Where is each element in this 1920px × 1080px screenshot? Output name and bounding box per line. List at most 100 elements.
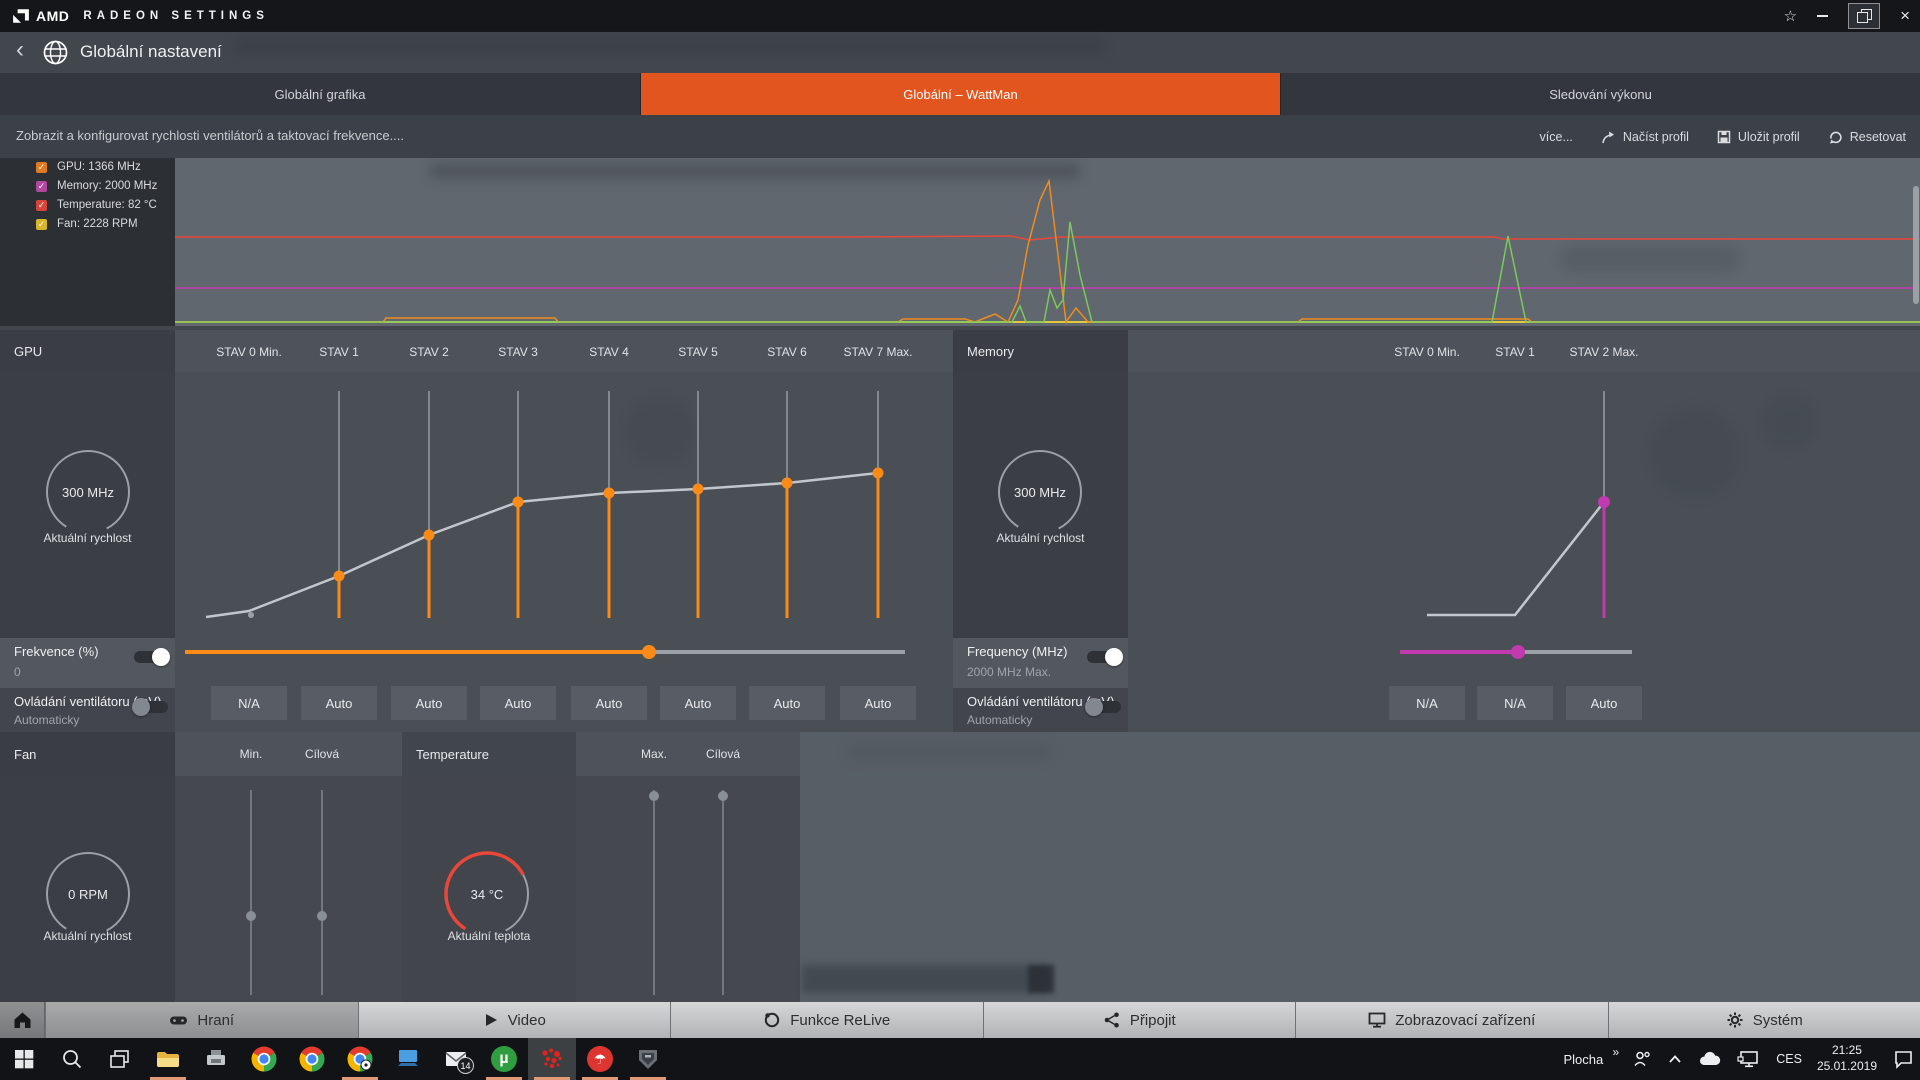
memory-state-1-label: STAV 1 (1465, 345, 1565, 359)
gpu-state-0-button[interactable]: N/A (211, 686, 287, 720)
svg-text:300 MHz: 300 MHz (62, 485, 114, 500)
gpu-checkbox-icon[interactable]: ✓ (36, 162, 47, 173)
gpu-state-3-label: STAV 3 (468, 345, 568, 359)
home-button[interactable] (0, 1002, 45, 1038)
mail-unread-badge: 14 (457, 1057, 474, 1074)
temp-target-label: Cílová (673, 747, 773, 761)
device-icon (203, 1046, 229, 1072)
tab-performance-monitoring[interactable]: Sledování výkonu (1281, 73, 1920, 115)
gpu-state-1-button[interactable]: Auto (301, 686, 377, 720)
tab-gaming[interactable]: Hraní (45, 1002, 358, 1038)
gpu-state-6-label: STAV 6 (737, 345, 837, 359)
connect-icon (1103, 1011, 1121, 1029)
memory-state-1-button[interactable]: N/A (1477, 686, 1553, 720)
chrome-profile-3-button[interactable] (336, 1038, 384, 1080)
scrollbar-thumb[interactable] (1913, 186, 1919, 304)
scanner-app-button[interactable] (192, 1038, 240, 1080)
blur-artifact (1650, 408, 1740, 498)
memory-state-0-button[interactable]: N/A (1389, 686, 1465, 720)
tab-relive[interactable]: Funkce ReLive (670, 1002, 983, 1038)
gpu-state-1-label: STAV 1 (289, 345, 389, 359)
pc-app-button[interactable] (384, 1038, 432, 1080)
favorite-star-icon[interactable]: ☆ (1784, 7, 1797, 25)
legend-item-temperature[interactable]: ✓ Temperature: 82 °C (36, 197, 157, 213)
save-profile-button[interactable]: Uložit profil (1717, 130, 1800, 144)
monitor-icon (1368, 1011, 1386, 1029)
tab-connect[interactable]: Připojit (983, 1002, 1296, 1038)
load-profile-button[interactable]: Načíst profil (1601, 130, 1689, 144)
blur-artifact (850, 745, 1050, 759)
network-display-icon[interactable] (1737, 1049, 1761, 1069)
app-title: RADEON SETTINGS (83, 10, 269, 22)
more-button[interactable]: více... (1540, 130, 1573, 144)
chrome-profile-1-button[interactable] (240, 1038, 288, 1080)
search-button[interactable] (48, 1038, 96, 1080)
memory-fan-control-value: Automaticky (967, 713, 1032, 727)
chrome-profile-2-button[interactable] (288, 1038, 336, 1080)
restore-button[interactable] (1848, 3, 1880, 29)
people-icon[interactable] (1632, 1049, 1652, 1069)
tab-global-graphics[interactable]: Globální grafika (0, 73, 640, 115)
gpu-fan-control-toggle[interactable] (134, 701, 168, 713)
gpu-state-3-button[interactable]: Auto (480, 686, 556, 720)
tab-display[interactable]: Zobrazovací zařízení (1295, 1002, 1608, 1038)
gpu-state-6-button[interactable]: Auto (749, 686, 825, 720)
svg-text:300 MHz: 300 MHz (1014, 485, 1066, 500)
world-of-tanks-button[interactable] (624, 1038, 672, 1080)
clock-date: 25.01.2019 (1817, 1059, 1877, 1075)
legend-item-gpu[interactable]: ✓ GPU: 1366 MHz (36, 159, 141, 175)
svg-text:34 °C: 34 °C (471, 887, 504, 902)
fan-checkbox-icon[interactable]: ✓ (36, 219, 47, 230)
file-explorer-button[interactable] (144, 1038, 192, 1080)
legend-item-memory[interactable]: ✓ Memory: 2000 MHz (36, 178, 157, 194)
tab-system[interactable]: Systém (1608, 1002, 1920, 1038)
memory-frequency-toggle[interactable] (1087, 651, 1121, 663)
tab-global-wattman[interactable]: Globální – WattMan (641, 73, 1280, 115)
fan-target-label: Cílová (272, 747, 372, 761)
back-chevron-icon[interactable]: ‹ (16, 36, 24, 64)
clock[interactable]: 21:25 25.01.2019 (1817, 1043, 1877, 1074)
nav-bar: ‹ Globální nastavení (0, 32, 1920, 73)
memory-state-2-button[interactable]: Auto (1566, 686, 1642, 720)
gpu-frequency-value: 0 (14, 665, 21, 679)
radeon-settings-taskbar-button[interactable] (528, 1038, 576, 1080)
search-icon (61, 1048, 83, 1070)
gpu-frequency-toggle[interactable] (134, 651, 168, 663)
avira-button[interactable]: ☂ (576, 1038, 624, 1080)
monitoring-chart (0, 158, 1920, 326)
gpu-state-4-button[interactable]: Auto (571, 686, 647, 720)
gpu-frequency-label: Frekvence (%) (14, 644, 99, 659)
windows-logo-icon (13, 1048, 35, 1070)
gpu-state-4-label: STAV 4 (559, 345, 659, 359)
minimize-button[interactable] (1817, 15, 1828, 17)
action-center-icon[interactable] (1892, 1049, 1914, 1069)
language-indicator[interactable]: CES (1776, 1052, 1802, 1066)
reset-button[interactable]: Resetovat (1828, 130, 1906, 144)
gpu-state-2-label: STAV 2 (379, 345, 479, 359)
load-arrow-icon (1601, 130, 1616, 144)
legend-item-fan[interactable]: ✓ Fan: 2228 RPM (36, 216, 138, 232)
onedrive-cloud-icon[interactable] (1698, 1050, 1722, 1068)
gpu-state-5-button[interactable]: Auto (660, 686, 736, 720)
page-title: Globální nastavení (80, 42, 222, 62)
memory-checkbox-icon[interactable]: ✓ (36, 181, 47, 192)
blur-artifact (1028, 965, 1054, 993)
chevron-up-icon[interactable] (1667, 1052, 1683, 1066)
task-view-button[interactable] (96, 1038, 144, 1080)
desktop-toolbar[interactable]: Plocha » (1563, 1052, 1617, 1067)
temperature-checkbox-icon[interactable]: ✓ (36, 200, 47, 211)
gpu-section-header: GPU (0, 330, 175, 372)
gpu-state-2-button[interactable]: Auto (391, 686, 467, 720)
close-button[interactable]: × (1900, 6, 1910, 26)
gpu-state-7-button[interactable]: Auto (840, 686, 916, 720)
memory-fan-control-toggle[interactable] (1087, 701, 1121, 713)
mail-app-button[interactable]: 14 (432, 1038, 480, 1080)
gpu-fan-control-value: Automaticky (14, 713, 79, 727)
utorrent-button[interactable]: µ (480, 1038, 528, 1080)
tab-video[interactable]: Video (358, 1002, 671, 1038)
bottom-nav-bar: Hraní Video Funkce ReLive Připojit (0, 1002, 1920, 1038)
laptop-icon (395, 1046, 421, 1072)
start-button[interactable] (0, 1038, 48, 1080)
amd-logo-icon (12, 8, 30, 24)
utorrent-icon: µ (491, 1046, 517, 1072)
